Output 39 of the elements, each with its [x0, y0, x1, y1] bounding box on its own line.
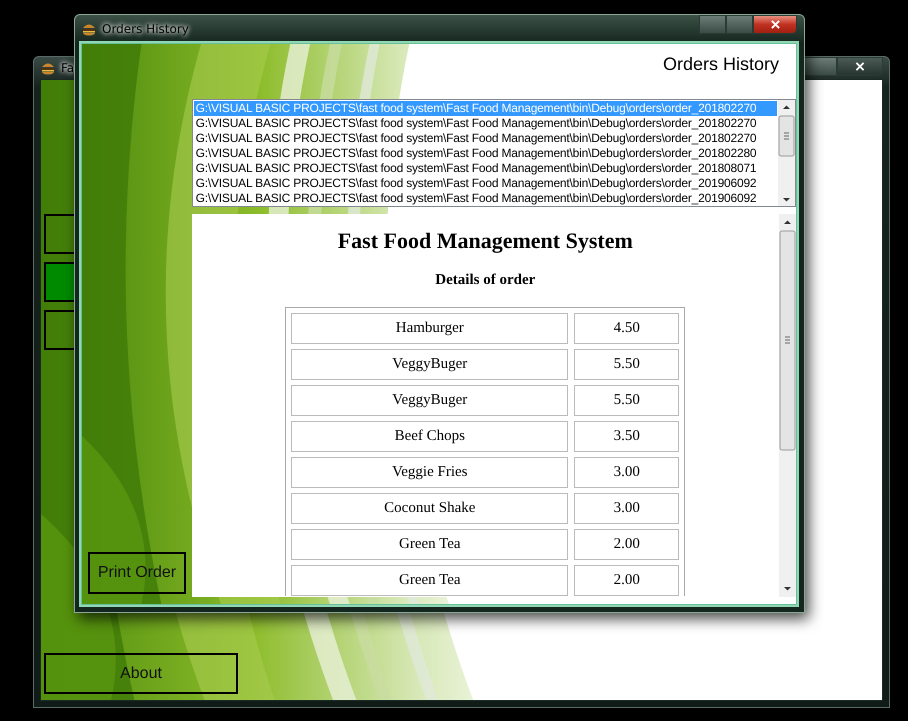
document-title: Fast Food Management System: [338, 228, 633, 254]
list-item[interactable]: G:\VISUAL BASIC PROJECTS\fast food system\Fast Food Management\bin\Debug\orders\order_201808071: [194, 161, 777, 176]
table-cell: VeggyBuger: [291, 349, 568, 380]
table-cell: 5.50: [574, 349, 680, 380]
close-button[interactable]: [837, 57, 883, 76]
close-icon: [770, 20, 780, 29]
about-button[interactable]: About: [44, 653, 238, 694]
scrollbar[interactable]: [779, 214, 796, 597]
table-cell: 2.00: [574, 529, 680, 560]
table-cell: Beef Chops: [291, 421, 568, 452]
list-item[interactable]: G:\VISUAL BASIC PROJECTS\fast food system\Fast Food Management\bin\Debug\orders\order_201802270: [194, 131, 777, 146]
table-cell: VeggyBuger: [291, 385, 568, 416]
maximize-button[interactable]: [726, 15, 753, 34]
minimize-button[interactable]: [699, 15, 726, 34]
table-cell: 2.00: [574, 565, 680, 596]
form-heading: Orders History: [662, 54, 779, 76]
table-cell: 3.00: [574, 457, 680, 488]
menu-button[interactable]: [44, 262, 75, 302]
close-icon: [855, 62, 865, 71]
list-item[interactable]: G:\VISUAL BASIC PROJECTS\fast food system\Fast Food Management\bin\Debug\orders\order_201802270: [194, 116, 777, 131]
table-cell: Hamburger: [291, 313, 568, 344]
table-cell: Green Tea: [291, 529, 568, 560]
print-order-button[interactable]: Print Order: [88, 552, 186, 594]
window-title: Fa: [61, 61, 74, 75]
list-item[interactable]: G:\VISUAL BASIC PROJECTS\fast food system\Fast Food Management\bin\Debug\orders\order_201802280: [194, 146, 777, 161]
table-cell: Green Tea: [291, 565, 568, 596]
document-subtitle: Details of order: [435, 272, 536, 289]
table-cell: 4.50: [574, 313, 680, 344]
table-cell: 3.50: [574, 421, 680, 452]
file-list[interactable]: [192, 99, 796, 207]
window-title: Orders History: [102, 22, 189, 36]
close-button[interactable]: [753, 15, 797, 34]
scrollbar[interactable]: [778, 100, 795, 206]
table-cell: Veggie Fries: [291, 457, 568, 488]
table-cell: 5.50: [574, 385, 680, 416]
table-cell: 3.00: [574, 493, 680, 524]
table-cell: Coconut Shake: [291, 493, 568, 524]
list-item[interactable]: G:\VISUAL BASIC PROJECTS\fast food system\Fast Food Management\bin\Debug\orders\order_201906092: [194, 176, 777, 191]
list-item[interactable]: G:\VISUAL BASIC PROJECTS\fast food system\Fast Food Management\bin\Debug\orders\order_201906092: [194, 191, 777, 206]
